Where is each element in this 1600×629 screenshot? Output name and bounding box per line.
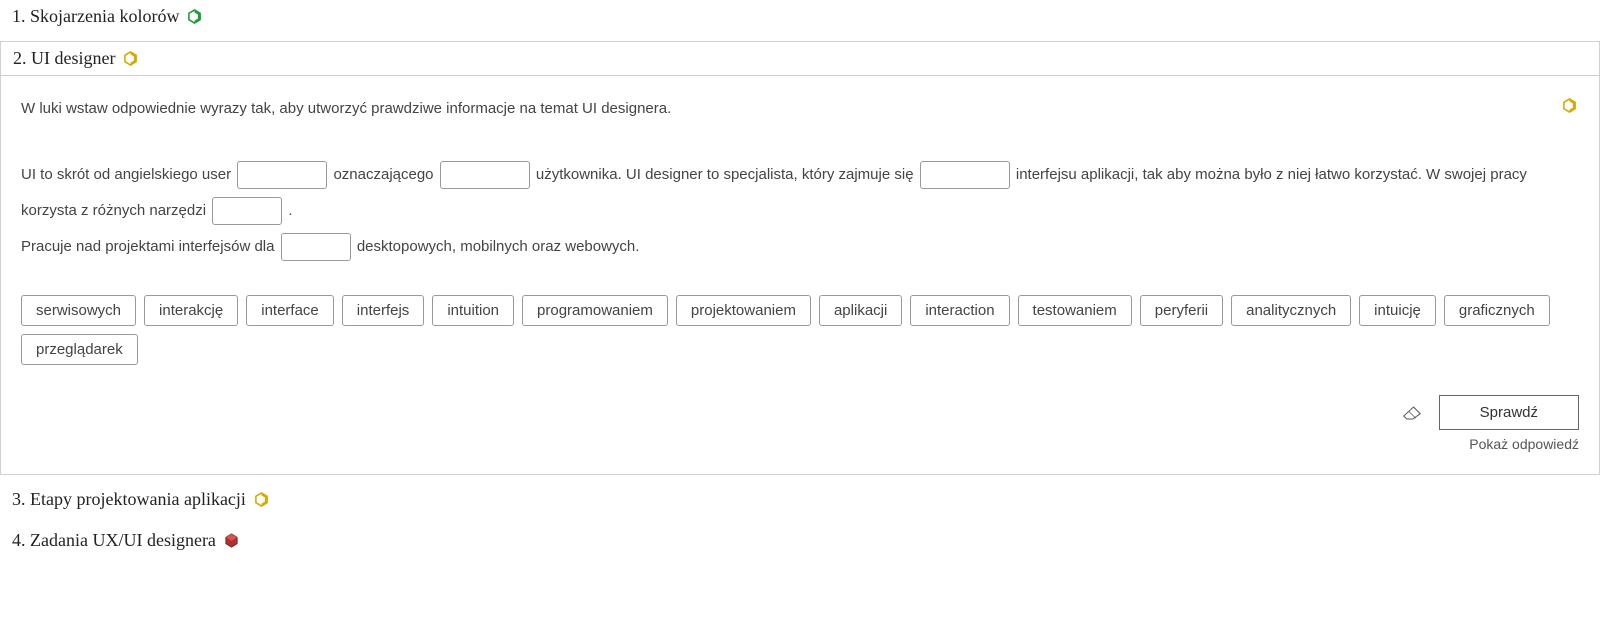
section-title: 3. Etapy projektowania aplikacji (12, 489, 246, 510)
section-header-3[interactable]: 3. Etapy projektowania aplikacji (0, 483, 1600, 516)
hexagon-icon (254, 492, 269, 507)
blank-slot[interactable] (281, 233, 351, 261)
text-fragment: użytkownika. UI designer to specjalista,… (536, 166, 918, 183)
word-chip[interactable]: projektowaniem (676, 295, 811, 326)
eraser-icon[interactable] (1403, 406, 1421, 420)
hexagon-icon (123, 51, 138, 66)
section-body-2: W luki wstaw odpowiednie wyrazy tak, aby… (0, 76, 1600, 475)
word-chip[interactable]: serwisowych (21, 295, 136, 326)
word-chip[interactable]: testowaniem (1018, 295, 1132, 326)
section-header-1[interactable]: 1. Skojarzenia kolorów (0, 0, 1600, 33)
text-fragment: Pracuje nad projektami interfejsów dla (21, 238, 279, 255)
check-button[interactable]: Sprawdź (1439, 395, 1579, 430)
word-chip[interactable]: intuicję (1359, 295, 1436, 326)
fill-in-text: UI to skrót od angielskiego user oznacza… (21, 157, 1579, 265)
section-header-2[interactable]: 2. UI designer (0, 41, 1600, 76)
hexagon-icon (224, 533, 239, 548)
exercise-instruction: W luki wstaw odpowiednie wyrazy tak, aby… (21, 100, 1579, 117)
word-bank: serwisowych interakcję interface interfe… (21, 295, 1579, 365)
blank-slot[interactable] (920, 161, 1010, 189)
show-answer-link[interactable]: Pokaż odpowiedź (1469, 436, 1579, 452)
exercise-list: 1. Skojarzenia kolorów 2. UI designer W … (0, 0, 1600, 557)
section-title: 4. Zadania UX/UI designera (12, 530, 216, 551)
word-chip[interactable]: aplikacji (819, 295, 902, 326)
blank-slot[interactable] (237, 161, 327, 189)
word-chip[interactable]: graficznych (1444, 295, 1550, 326)
text-fragment: . (288, 202, 292, 219)
word-chip[interactable]: intuition (432, 295, 514, 326)
word-chip[interactable]: interakcję (144, 295, 238, 326)
hexagon-icon (187, 9, 202, 24)
word-chip[interactable]: analitycznych (1231, 295, 1351, 326)
hexagon-icon (1562, 98, 1577, 113)
blank-slot[interactable] (440, 161, 530, 189)
word-chip[interactable]: interfejs (342, 295, 425, 326)
word-chip[interactable]: przeglądarek (21, 334, 138, 365)
text-fragment: oznaczającego (333, 166, 437, 183)
word-chip[interactable]: programowaniem (522, 295, 668, 326)
section-title: 1. Skojarzenia kolorów (12, 6, 179, 27)
blank-slot[interactable] (212, 197, 282, 225)
section-header-4[interactable]: 4. Zadania UX/UI designera (0, 524, 1600, 557)
text-fragment: UI to skrót od angielskiego user (21, 166, 235, 183)
word-chip[interactable]: peryferii (1140, 295, 1223, 326)
word-chip[interactable]: interface (246, 295, 334, 326)
exercise-footer: Sprawdź (21, 395, 1579, 430)
section-title: 2. UI designer (13, 48, 115, 69)
text-fragment: desktopowych, mobilnych oraz webowych. (357, 238, 640, 255)
word-chip[interactable]: interaction (910, 295, 1009, 326)
